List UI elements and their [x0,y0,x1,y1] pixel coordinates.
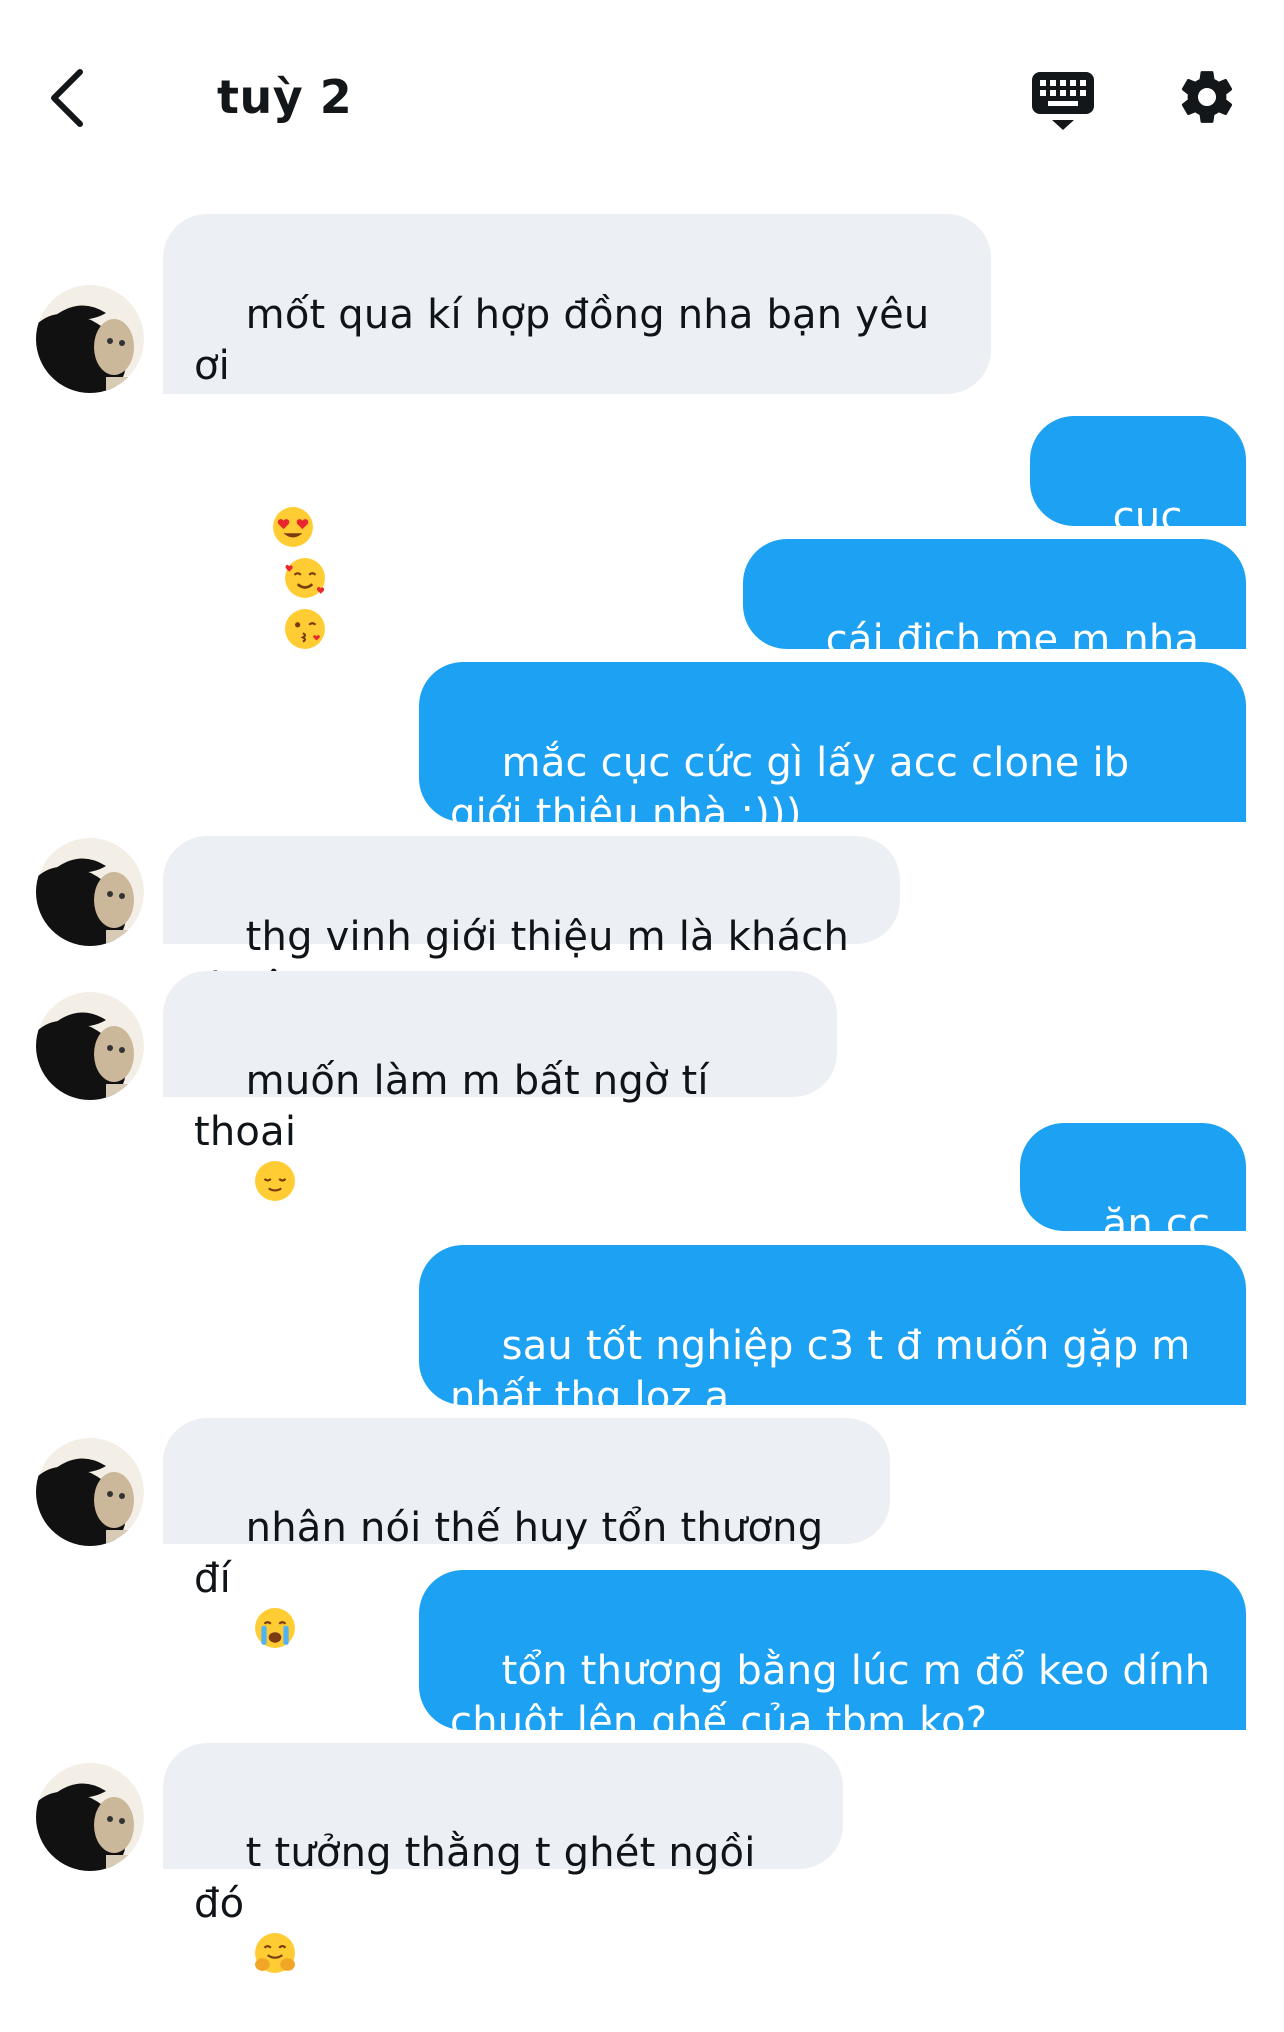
keyboard-icon [1032,72,1094,130]
avatar[interactable] [36,1763,144,1871]
avatar[interactable] [36,1438,144,1546]
chat-header: tuỳ 2 [0,0,1284,200]
chevron-left-icon [51,69,83,127]
smiling-face-with-hearts-emoji [284,558,325,598]
keyboard-toggle-button[interactable] [1030,68,1096,134]
back-button[interactable] [44,66,96,130]
kissing-face-emoji [284,609,325,649]
message-bubble[interactable]: ăn cc k? [1020,1123,1246,1298]
message-text: t tưởng thằng t ghét ngồi đó [194,1830,769,1927]
heart-eyes-emoji [272,507,313,547]
avatar[interactable] [36,838,144,946]
relieved-face-emoji [254,1161,295,1201]
message-bubble[interactable]: sau tốt nghiệp c3 t đ muốn gặp m nhất th… [419,1245,1246,1420]
message-text: sau tốt nghiệp c3 t đ muốn gặp m nhất th… [450,1323,1204,1420]
conversation-title[interactable]: tuỳ 2 [217,70,352,124]
message-bubble[interactable]: cái địch mẹ m nha huy [743,539,1246,714]
message-bubble[interactable]: t tưởng thằng t ghét ngồi đó [163,1743,843,1973]
crying-face-emoji [254,1608,295,1648]
message-bubble[interactable]: mắc cục cức gì lấy acc clone ib giới thi… [419,662,1246,837]
gear-icon [1181,71,1233,123]
message-text: tổn thương bằng lúc m đổ keo dính chuột … [450,1648,1224,1745]
message-text: mốt qua kí hợp đồng nha bạn yêu ơi [194,292,943,389]
message-bubble[interactable]: muốn làm m bất ngờ tí thoai [163,971,837,1201]
message-bubble[interactable]: cục cức [1030,416,1246,591]
message-bubble[interactable]: nhân nói thế huy tổn thương đí [163,1418,890,1648]
avatar[interactable] [36,992,144,1100]
hugging-face-emoji [254,1933,295,1973]
message-bubble[interactable]: thg vinh giới thiệu m là khách thuê [163,836,900,1011]
message-text: muốn làm m bất ngờ tí thoai [194,1058,722,1155]
settings-button[interactable] [1176,66,1238,128]
message-bubble[interactable]: tổn thương bằng lúc m đổ keo dính chuột … [419,1570,1246,1745]
avatar[interactable] [36,285,144,393]
message-bubble[interactable]: mốt qua kí hợp đồng nha bạn yêu ơi [163,214,991,649]
message-text: mắc cục cức gì lấy acc clone ib giới thi… [450,740,1143,837]
